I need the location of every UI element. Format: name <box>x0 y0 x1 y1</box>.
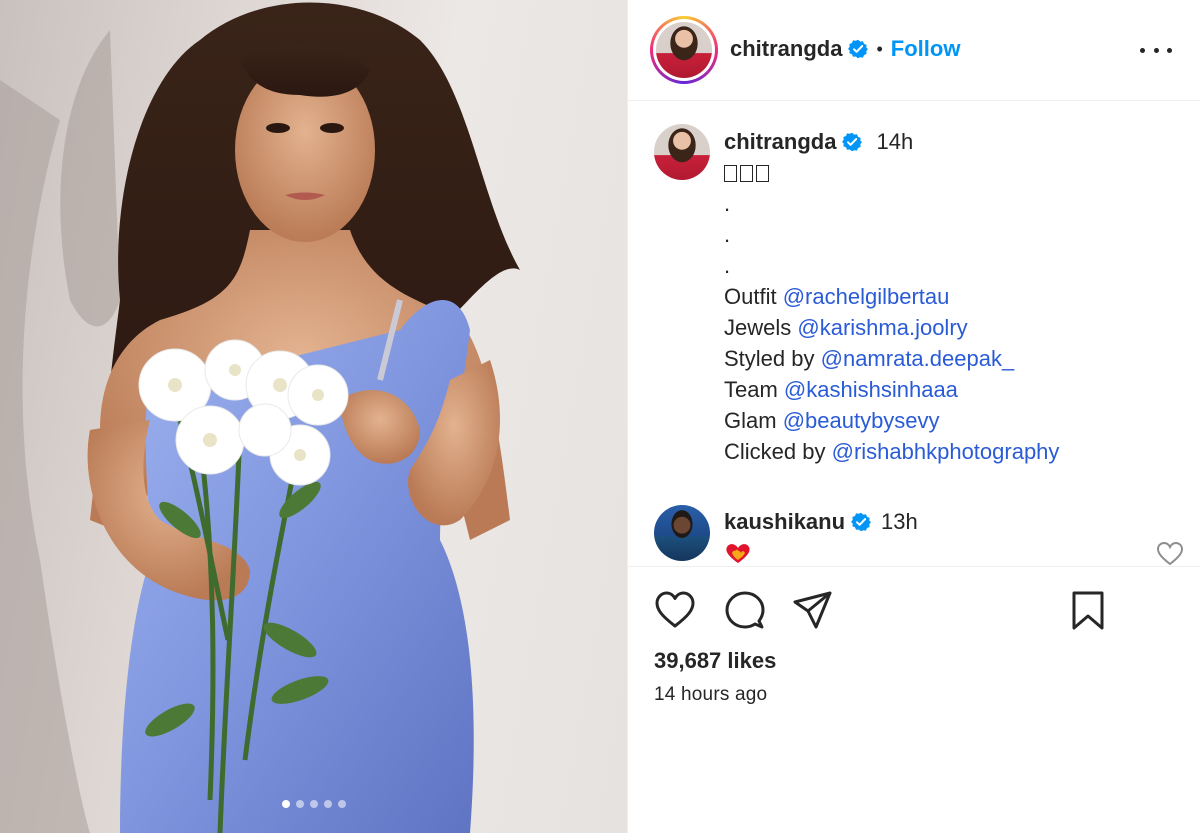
mention-link[interactable]: @rachelgilbertau <box>783 284 950 309</box>
caption-header: chitrangda 14h <box>724 126 1184 157</box>
header-separator: • <box>876 38 883 59</box>
carousel-indicator <box>0 800 627 808</box>
verified-badge-icon <box>851 512 872 532</box>
follow-button[interactable]: Follow <box>891 36 961 62</box>
credit-label: Outfit <box>724 284 777 309</box>
mention-link[interactable]: @namrata.deepak_ <box>821 346 1015 371</box>
caption-avatar[interactable] <box>654 124 710 180</box>
caption-emoji-line <box>724 157 1184 188</box>
comment-like-icon[interactable] <box>1156 541 1184 567</box>
post-photo <box>0 2 520 833</box>
post-side-panel: chitrangda • Follow chitrangda 14h . . .… <box>628 0 1200 833</box>
more-options-icon[interactable] <box>1140 36 1172 64</box>
credit-line: Jewels @karishma.joolry <box>724 312 1184 343</box>
comment-icon[interactable] <box>724 590 766 632</box>
comment-body: kaushikanu 13h <box>724 509 918 571</box>
verified-badge-icon <box>842 132 863 151</box>
post-timestamp[interactable]: 14 hours ago <box>654 684 767 706</box>
credit-label: Jewels <box>724 315 792 340</box>
mention-link[interactable]: @beautybysevy <box>783 408 940 433</box>
caption-dot: . <box>724 191 731 216</box>
credit-line: Outfit @rachelgilbertau <box>724 281 1184 312</box>
post-actions <box>654 590 1174 634</box>
caption-body: chitrangda 14h . . . Outfit @rachelgilbe… <box>724 126 1184 467</box>
header-user: chitrangda • Follow <box>730 36 960 62</box>
credit-label: Styled by <box>724 346 815 371</box>
credit-line: Styled by @namrata.deepak_ <box>724 343 1184 374</box>
missing-glyph-icon <box>756 165 769 182</box>
credit-line: Glam @beautybysevy <box>724 405 1184 436</box>
caption-dot: . <box>724 222 731 247</box>
comment-avatar[interactable] <box>654 505 710 561</box>
post-image[interactable] <box>0 0 627 833</box>
carousel-dot[interactable] <box>309 800 318 808</box>
comment-time[interactable]: 13h <box>881 509 918 535</box>
caption-time[interactable]: 14h <box>876 126 913 157</box>
credit-label: Glam <box>724 408 777 433</box>
header-username[interactable]: chitrangda <box>730 36 842 62</box>
post-header: chitrangda • Follow <box>628 0 1200 100</box>
verified-badge-icon <box>848 39 869 59</box>
credit-label: Team <box>724 377 778 402</box>
comment-header: kaushikanu 13h <box>724 509 918 535</box>
avatar <box>656 22 712 78</box>
comment-username[interactable]: kaushikanu <box>724 509 845 535</box>
credit-line: Clicked by @rishabhkphotography <box>724 436 1184 467</box>
story-ring[interactable] <box>650 16 718 84</box>
carousel-dot[interactable] <box>295 800 304 808</box>
header-divider <box>628 100 1200 101</box>
carousel-dot[interactable] <box>281 800 290 808</box>
heart-on-fire-icon <box>726 544 750 563</box>
credit-line: Team @kashishsinhaaa <box>724 374 1184 405</box>
credit-label: Clicked by <box>724 439 826 464</box>
comments-divider <box>628 566 1200 567</box>
caption-dot: . <box>724 253 731 278</box>
carousel-dot[interactable] <box>337 800 346 808</box>
caption-username[interactable]: chitrangda <box>724 126 836 157</box>
save-icon[interactable] <box>1068 590 1108 632</box>
mention-link[interactable]: @rishabhkphotography <box>832 439 1060 464</box>
likes-count[interactable]: 39,687 likes <box>654 648 776 674</box>
mention-link[interactable]: @kashishsinhaaa <box>784 377 958 402</box>
missing-glyph-icon <box>740 165 753 182</box>
like-icon[interactable] <box>654 590 696 630</box>
missing-glyph-icon <box>724 165 737 182</box>
carousel-dot[interactable] <box>323 800 332 808</box>
mention-link[interactable]: @karishma.joolry <box>797 315 967 340</box>
share-icon[interactable] <box>792 590 834 630</box>
